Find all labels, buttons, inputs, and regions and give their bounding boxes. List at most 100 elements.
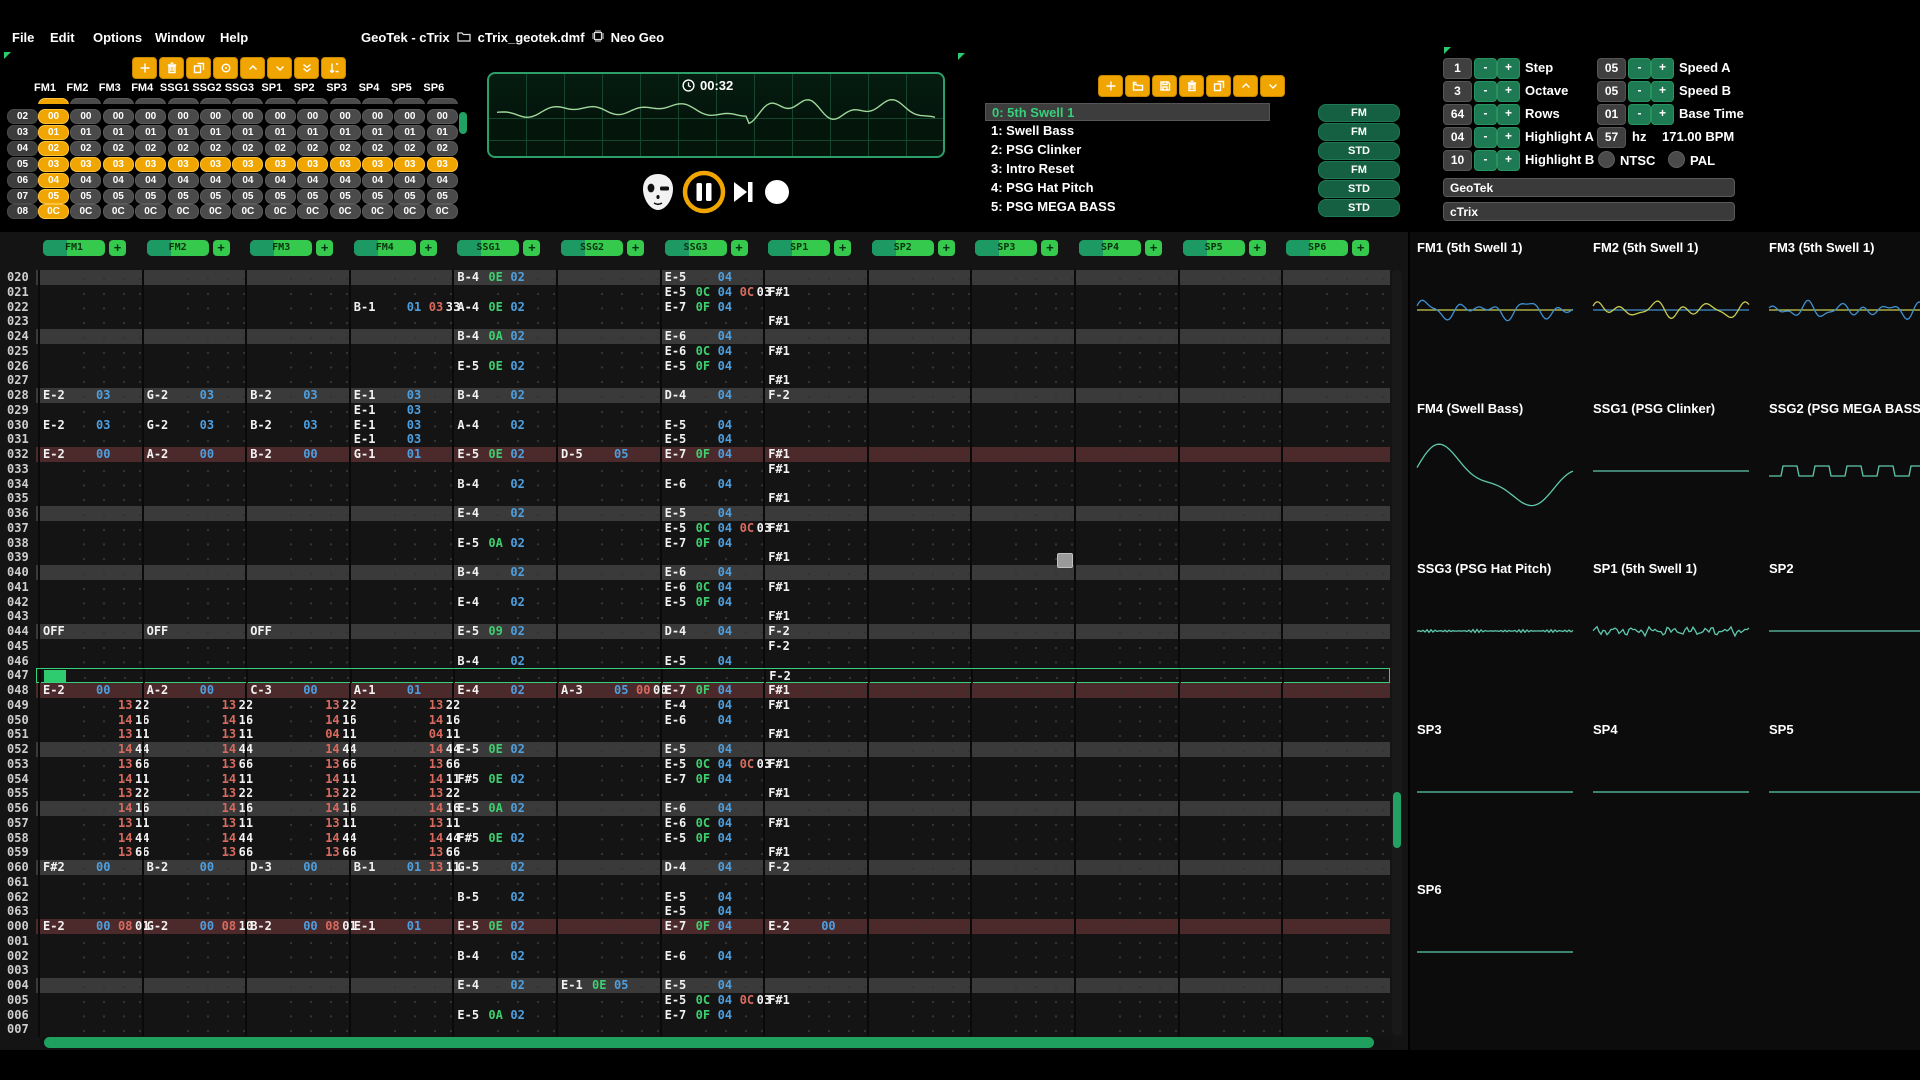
matrix-cell-fm2-03[interactable]: 01	[70, 125, 101, 140]
cell-fm4-040[interactable]	[349, 565, 453, 580]
cell-sp2-055[interactable]	[867, 786, 971, 801]
cell-sp4-003[interactable]	[1074, 963, 1178, 978]
cell-sp4-061[interactable]	[1074, 875, 1178, 890]
cell-ssg3-001[interactable]	[660, 934, 764, 949]
cell-ssg2-060[interactable]	[556, 860, 660, 875]
cell-sp6-038[interactable]	[1281, 536, 1385, 551]
cell-ssg1-044[interactable]: E-50902	[452, 624, 556, 639]
cell-ssg1-030[interactable]: A-402	[452, 418, 556, 433]
cell-sp1-031[interactable]	[763, 432, 867, 447]
cell-sp6-026[interactable]	[1281, 359, 1385, 374]
cell-sp2-041[interactable]	[867, 580, 971, 595]
matrix-cell-sp2-08[interactable]: 0C	[297, 204, 328, 219]
cell-sp3-035[interactable]	[970, 491, 1074, 506]
cell-fm1-046[interactable]	[38, 654, 142, 669]
cell-sp2-053[interactable]	[867, 757, 971, 772]
cell-ssg3-047[interactable]	[661, 669, 765, 684]
cell-ssg3-046[interactable]: E-504	[660, 654, 764, 669]
cell-fm4-053[interactable]: 1366	[349, 757, 453, 772]
channel-button-sp2[interactable]: SP2	[872, 240, 934, 256]
cell-sp6-056[interactable]	[1281, 801, 1385, 816]
cell-sp2-060[interactable]	[867, 860, 971, 875]
cell-fm3-050[interactable]: 1416	[245, 713, 349, 728]
spinner-step-decrement-button[interactable]: -	[1474, 58, 1497, 79]
cell-sp4-021[interactable]	[1074, 285, 1178, 300]
cell-sp1-049[interactable]: F#1	[763, 698, 867, 713]
cell-ssg3-005[interactable]: E-50C040C03	[660, 993, 764, 1008]
cell-ssg3-003[interactable]	[660, 963, 764, 978]
cell-sp1-022[interactable]	[763, 300, 867, 315]
cell-sp6-055[interactable]	[1281, 786, 1385, 801]
cell-sp4-007[interactable]	[1074, 1022, 1178, 1037]
cell-sp3-045[interactable]	[970, 639, 1074, 654]
matrix-toolbar-copy-button[interactable]	[186, 57, 211, 79]
cell-ssg2-040[interactable]	[556, 565, 660, 580]
matrix-cell-ssg3-02[interactable]: 00	[232, 109, 263, 124]
matrix-cell-sp3-08[interactable]: 0C	[330, 204, 361, 219]
cell-sp6-041[interactable]	[1281, 580, 1385, 595]
wave-display-sp6[interactable]	[1415, 910, 1575, 994]
matrix-cell-sp1-06[interactable]: 04	[265, 173, 296, 188]
cell-fm4-038[interactable]	[349, 536, 453, 551]
matrix-cell-sp1-03[interactable]: 01	[265, 125, 296, 140]
cell-sp2-021[interactable]	[867, 285, 971, 300]
cell-sp6-042[interactable]	[1281, 595, 1385, 610]
cell-sp4-052[interactable]	[1074, 742, 1178, 757]
cell-sp5-045[interactable]	[1178, 639, 1282, 654]
cell-sp3-042[interactable]	[970, 595, 1074, 610]
cell-fm4-039[interactable]	[349, 550, 453, 565]
cell-fm3-059[interactable]: 1366	[245, 845, 349, 860]
cell-ssg2-035[interactable]	[556, 491, 660, 506]
cell-sp2-043[interactable]	[867, 609, 971, 624]
cell-ssg3-043[interactable]	[660, 609, 764, 624]
cell-sp2-033[interactable]	[867, 462, 971, 477]
channel-expand-ssg1-button[interactable]: +	[523, 240, 540, 256]
cell-sp4-002[interactable]	[1074, 949, 1178, 964]
cell-sp4-051[interactable]	[1074, 727, 1178, 742]
cell-ssg2-037[interactable]	[556, 521, 660, 536]
cell-sp4-057[interactable]	[1074, 816, 1178, 831]
cell-ssg1-028[interactable]: B-402	[452, 388, 556, 403]
cell-sp2-028[interactable]	[867, 388, 971, 403]
cell-fm2-050[interactable]: 1416	[142, 713, 246, 728]
spinner-highlight-b-value[interactable]: 10	[1443, 150, 1472, 171]
cell-fm4-055[interactable]: 1322	[349, 786, 453, 801]
instrument-item-4[interactable]: 4: PSG Hat Pitch	[985, 179, 1270, 197]
cell-sp5-002[interactable]	[1178, 949, 1282, 964]
cell-sp3-007[interactable]	[970, 1022, 1074, 1037]
spinner-rows-decrement-button[interactable]: -	[1474, 104, 1497, 125]
channel-expand-ssg2-button[interactable]: +	[627, 240, 644, 256]
cell-ssg2-047[interactable]	[557, 669, 661, 684]
cell-sp5-036[interactable]	[1178, 506, 1282, 521]
cell-ssg3-063[interactable]: E-504	[660, 904, 764, 919]
cell-ssg1-029[interactable]	[452, 403, 556, 418]
cell-ssg3-004[interactable]: E-504	[660, 978, 764, 993]
cell-sp5-020[interactable]	[1178, 270, 1282, 285]
cell-ssg2-026[interactable]	[556, 359, 660, 374]
cell-sp1-062[interactable]	[763, 890, 867, 905]
cell-ssg1-026[interactable]: E-50E02	[452, 359, 556, 374]
cell-ssg1-053[interactable]	[452, 757, 556, 772]
cell-fm1-044[interactable]: OFF	[38, 624, 142, 639]
cell-fm2-027[interactable]	[142, 373, 246, 388]
matrix-cell-sp3-07[interactable]: 05	[330, 189, 361, 204]
cell-sp6-028[interactable]	[1281, 388, 1385, 403]
matrix-toolbar-sort-button[interactable]	[321, 57, 346, 79]
cell-ssg2-046[interactable]	[556, 654, 660, 669]
cell-ssg2-055[interactable]	[556, 786, 660, 801]
cell-sp2-006[interactable]	[867, 1008, 971, 1023]
cell-sp5-041[interactable]	[1178, 580, 1282, 595]
cell-ssg1-048[interactable]: E-402	[452, 683, 556, 698]
cell-fm1-049[interactable]: 1322	[38, 698, 142, 713]
cell-sp5-003[interactable]	[1178, 963, 1282, 978]
cell-ssg2-036[interactable]	[556, 506, 660, 521]
cell-fm1-020[interactable]	[38, 270, 142, 285]
cell-sp2-054[interactable]	[867, 772, 971, 787]
cell-sp2-062[interactable]	[867, 890, 971, 905]
matrix-cell-ssg3-07[interactable]: 05	[232, 189, 263, 204]
cell-sp5-063[interactable]	[1178, 904, 1282, 919]
hz-value[interactable]: 57	[1597, 127, 1626, 148]
cell-fm2-052[interactable]: 1444	[142, 742, 246, 757]
cell-sp3-006[interactable]	[970, 1008, 1074, 1023]
cell-sp6-051[interactable]	[1281, 727, 1385, 742]
